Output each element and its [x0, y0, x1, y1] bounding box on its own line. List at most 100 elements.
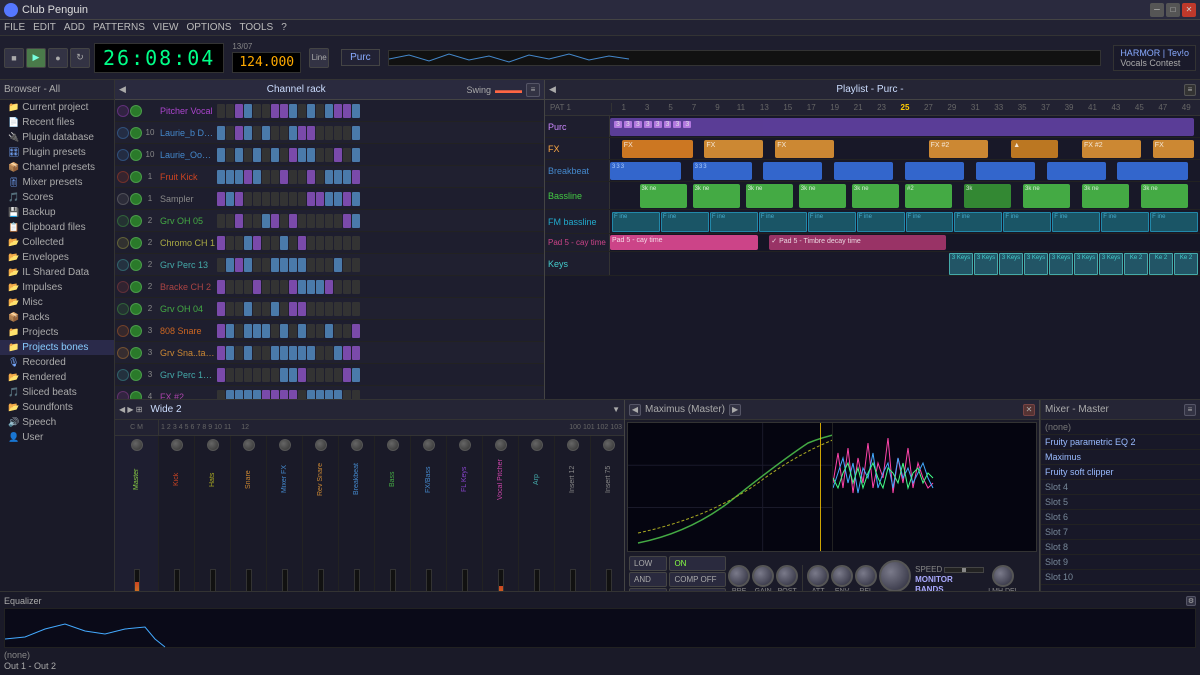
channel-pad[interactable]: [307, 192, 315, 206]
channel-pad[interactable]: [316, 280, 324, 294]
mixer-pan-knob[interactable]: [387, 439, 399, 451]
channel-pad[interactable]: [253, 390, 261, 400]
channel-pad[interactable]: [226, 280, 234, 294]
channel-pad[interactable]: [298, 346, 306, 360]
channel-pad[interactable]: [253, 192, 261, 206]
ch-solo-btn[interactable]: [130, 281, 142, 293]
channel-pad[interactable]: [235, 214, 243, 228]
right-insert-8[interactable]: Slot 8: [1041, 540, 1200, 555]
channel-pad[interactable]: [244, 258, 252, 272]
channel-pad[interactable]: [307, 324, 315, 338]
channel-pad[interactable]: [316, 126, 324, 140]
eq-settings[interactable]: ⚙: [1186, 596, 1196, 606]
channel-pad[interactable]: [235, 280, 243, 294]
ch-solo-btn[interactable]: [130, 149, 142, 161]
channel-name[interactable]: Sampler: [158, 194, 217, 204]
pl-block-bb8[interactable]: [1117, 162, 1188, 180]
channel-pad[interactable]: [226, 214, 234, 228]
channel-pad[interactable]: [325, 280, 333, 294]
post-knob[interactable]: [776, 565, 798, 587]
ch-solo-btn[interactable]: [130, 391, 142, 400]
sidebar-item-clipboard-files[interactable]: 📋Clipboard files: [0, 220, 114, 235]
channel-pad[interactable]: [280, 280, 288, 294]
track-content-breakbeat[interactable]: 333 333: [610, 160, 1200, 181]
channel-pad[interactable]: [244, 126, 252, 140]
channel-pad[interactable]: [325, 214, 333, 228]
channel-pad[interactable]: [271, 258, 279, 272]
pl-block-fx2[interactable]: FX: [704, 140, 763, 158]
track-content-pad5[interactable]: Pad 5 - cay time ✓ Pad 5 - Timbre decay …: [610, 234, 1200, 252]
bpm-display[interactable]: 124.000: [232, 52, 301, 73]
ch-mute-btn[interactable]: [117, 105, 129, 117]
channel-pad[interactable]: [226, 368, 234, 382]
channel-pad[interactable]: [253, 258, 261, 272]
channel-pad[interactable]: [289, 302, 297, 316]
track-content-fmbassline[interactable]: F ine F ine F ine F ine F ine F ine F in…: [610, 210, 1200, 234]
right-insert-2[interactable]: Maximus: [1041, 450, 1200, 465]
channel-pad[interactable]: [226, 148, 234, 162]
channel-pad[interactable]: [271, 126, 279, 140]
sidebar-item-soundfonts[interactable]: 📂Soundfonts: [0, 400, 114, 415]
channel-pad[interactable]: [325, 346, 333, 360]
fm-block[interactable]: F ine: [710, 212, 758, 232]
pl-block-bl7[interactable]: 3k: [964, 184, 1011, 208]
sidebar-item-il-shared-data[interactable]: 📂IL Shared Data: [0, 265, 114, 280]
mixer-pan-knob[interactable]: [459, 439, 471, 451]
channel-pad[interactable]: [316, 104, 324, 118]
channel-pad[interactable]: [343, 302, 351, 316]
pl-block-fx3[interactable]: FX: [775, 140, 834, 158]
channel-pad[interactable]: [343, 148, 351, 162]
channel-pad[interactable]: [280, 236, 288, 250]
channel-pad[interactable]: [307, 148, 315, 162]
channel-pad[interactable]: [316, 368, 324, 382]
mixer-pan-knob[interactable]: [243, 439, 255, 451]
channel-pad[interactable]: [307, 390, 315, 400]
channel-pad[interactable]: [262, 280, 270, 294]
ch-mute-btn[interactable]: [117, 303, 129, 315]
channel-pad[interactable]: [271, 214, 279, 228]
ch-mute-btn[interactable]: [117, 171, 129, 183]
channel-pad[interactable]: [307, 126, 315, 140]
channel-pad[interactable]: [352, 324, 360, 338]
pl-block-pad5-1[interactable]: Pad 5 - cay time: [610, 235, 758, 250]
channel-pad[interactable]: [253, 126, 261, 140]
channel-pad[interactable]: [226, 192, 234, 206]
channel-pad[interactable]: [253, 104, 261, 118]
channel-pad[interactable]: [253, 280, 261, 294]
pl-block-bl2[interactable]: 3k ne: [693, 184, 740, 208]
channel-pad[interactable]: [235, 368, 243, 382]
channel-pad[interactable]: [325, 258, 333, 272]
channel-pad[interactable]: [235, 148, 243, 162]
channel-pad[interactable]: [262, 346, 270, 360]
comp-off-button[interactable]: COMP OFF: [669, 572, 726, 587]
close-button[interactable]: ✕: [1182, 3, 1196, 17]
track-content-keys[interactable]: 3 Keys 3 Keys 3 Keys 3 Keys 3 Keys 3 Key…: [610, 252, 1200, 276]
channel-pad[interactable]: [226, 126, 234, 140]
ch-solo-btn[interactable]: [130, 259, 142, 271]
track-content-purc[interactable]: 3 3 3 3 3 3 3 3: [610, 116, 1200, 137]
maximus-prev[interactable]: ◀: [629, 404, 641, 416]
pl-block-bb3[interactable]: [763, 162, 822, 180]
channel-pad[interactable]: [262, 170, 270, 184]
pl-block[interactable]: 3 3 3 3 3 3 3 3: [610, 118, 1194, 136]
channel-pad[interactable]: [334, 346, 342, 360]
channel-pad[interactable]: [334, 104, 342, 118]
channel-pad[interactable]: [235, 324, 243, 338]
channel-name[interactable]: Grv Sna..tap 11: [158, 348, 217, 358]
channel-pad[interactable]: [280, 104, 288, 118]
channel-pad[interactable]: [343, 192, 351, 206]
channel-pad[interactable]: [298, 280, 306, 294]
channel-pad[interactable]: [244, 390, 252, 400]
channel-pad[interactable]: [217, 236, 225, 250]
key-block[interactable]: Ke 2: [1124, 253, 1148, 275]
channel-pad[interactable]: [271, 170, 279, 184]
channel-pad[interactable]: [235, 258, 243, 272]
channel-pad[interactable]: [253, 324, 261, 338]
menu-help[interactable]: ?: [281, 22, 287, 33]
channel-pad[interactable]: [226, 104, 234, 118]
channel-pad[interactable]: [352, 346, 360, 360]
channel-pad[interactable]: [289, 368, 297, 382]
channel-pad[interactable]: [226, 258, 234, 272]
channel-pad[interactable]: [262, 236, 270, 250]
ch-mute-btn[interactable]: [117, 259, 129, 271]
